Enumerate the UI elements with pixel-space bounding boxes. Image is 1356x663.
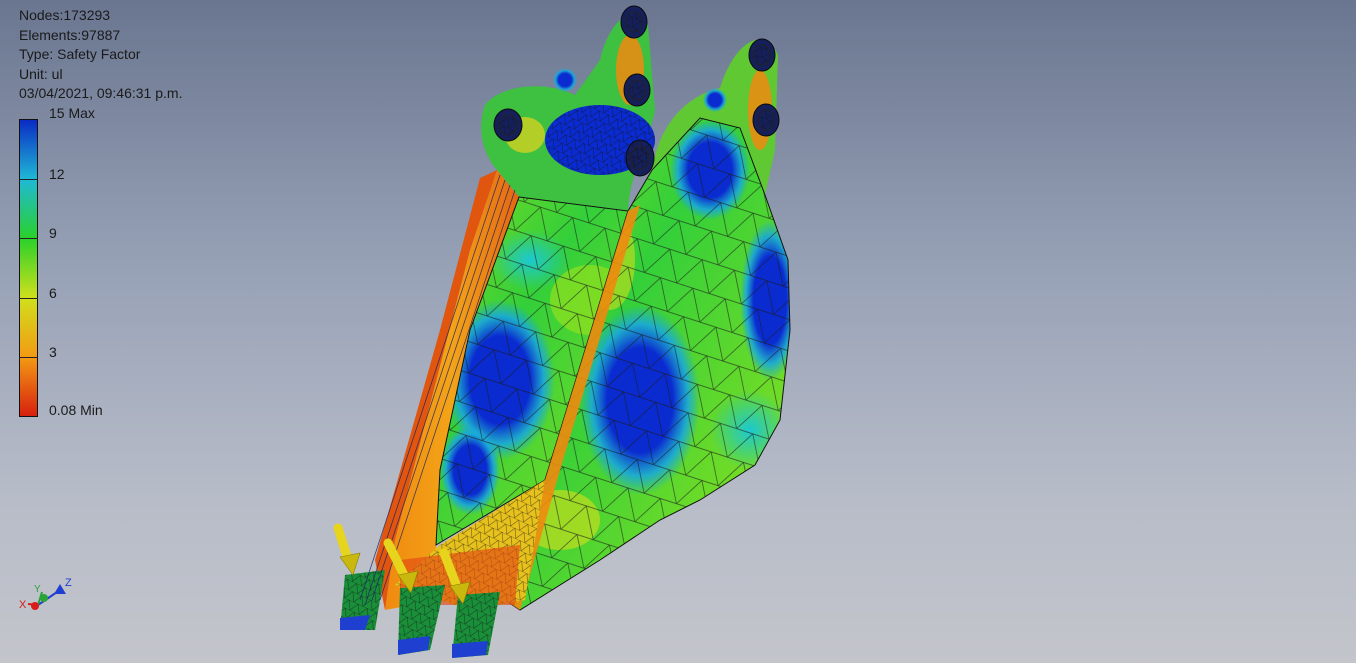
z-axis-label: Z	[65, 577, 72, 589]
load-arrow-head	[339, 552, 361, 576]
y-axis-label: Y	[34, 584, 41, 595]
excavator-bucket-model[interactable]	[340, 5, 800, 658]
axis-triad: Z Y X	[19, 577, 72, 611]
x-axis-label: X	[19, 599, 27, 611]
viewport-canvas[interactable]: Z Y X	[0, 0, 1356, 663]
